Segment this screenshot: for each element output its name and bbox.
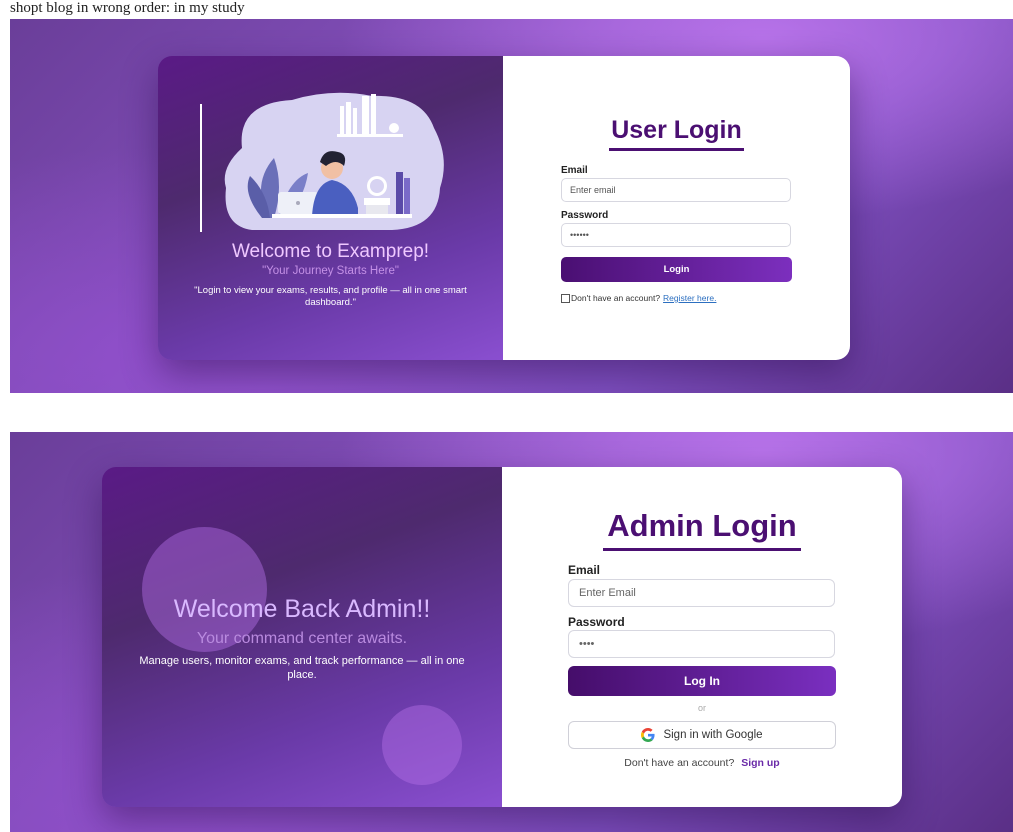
signup-row: Don't have an account? Sign up: [568, 757, 836, 769]
admin-welcome-panel: Welcome Back Admin!! Your command center…: [102, 467, 502, 807]
user-login-form: User Login Email Enter email Password ••…: [503, 56, 850, 360]
login-button[interactable]: Login: [561, 257, 792, 282]
decorative-circle: [382, 705, 462, 785]
study-illustration: [224, 92, 444, 230]
email-label: Email: [568, 563, 601, 577]
tagline: "Your Journey Starts Here": [262, 265, 399, 277]
email-input[interactable]: Enter Email: [568, 579, 835, 607]
signup-text: Don't have an account?: [624, 757, 735, 769]
password-input[interactable]: ••••: [568, 630, 835, 658]
register-row: Don't have an account? Register here.: [561, 293, 716, 303]
login-button[interactable]: Log In: [568, 666, 836, 696]
description: "Login to view your exams, results, and …: [194, 285, 467, 308]
page-title: Admin Login: [502, 508, 902, 551]
welcome-heading: Welcome Back Admin!!: [173, 595, 431, 623]
admin-login-screenshot: Welcome Back Admin!! Your command center…: [10, 432, 1013, 832]
or-divider: or: [697, 703, 706, 713]
caption-text: shopt blog in wrong order: in my study: [10, 0, 245, 16]
user-login-card: Welcome to Examprep! "Your Journey Start…: [158, 56, 850, 360]
email-input[interactable]: Enter email: [561, 178, 791, 202]
page-title-text: Admin Login: [603, 508, 801, 551]
page-title-text: User Login: [609, 116, 744, 151]
google-button-label: Sign in with Google: [663, 729, 763, 741]
register-text: Don't have an account?: [571, 293, 661, 303]
user-welcome-panel: Welcome to Examprep! "Your Journey Start…: [158, 56, 503, 360]
register-link[interactable]: Register here.: [663, 293, 716, 303]
password-input[interactable]: ••••••: [561, 223, 791, 247]
tagline: Your command center awaits.: [196, 630, 408, 647]
page-title: User Login: [503, 116, 850, 151]
signup-link[interactable]: Sign up: [741, 757, 780, 769]
user-login-screenshot: Welcome to Examprep! "Your Journey Start…: [10, 19, 1013, 393]
admin-login-card: Welcome Back Admin!! Your command center…: [102, 467, 902, 807]
email-label: Email: [561, 165, 588, 176]
welcome-heading: Welcome to Examprep!: [231, 241, 430, 262]
checkbox-icon[interactable]: [561, 293, 570, 303]
google-g-icon: [641, 728, 656, 742]
google-signin-button[interactable]: Sign in with Google: [568, 721, 836, 749]
password-label: Password: [561, 210, 609, 221]
password-label: Password: [568, 615, 625, 629]
decorative-line: [200, 104, 202, 232]
description: Manage users, monitor exams, and track p…: [139, 655, 465, 681]
admin-login-form: Admin Login Email Enter Email Password •…: [502, 467, 902, 807]
